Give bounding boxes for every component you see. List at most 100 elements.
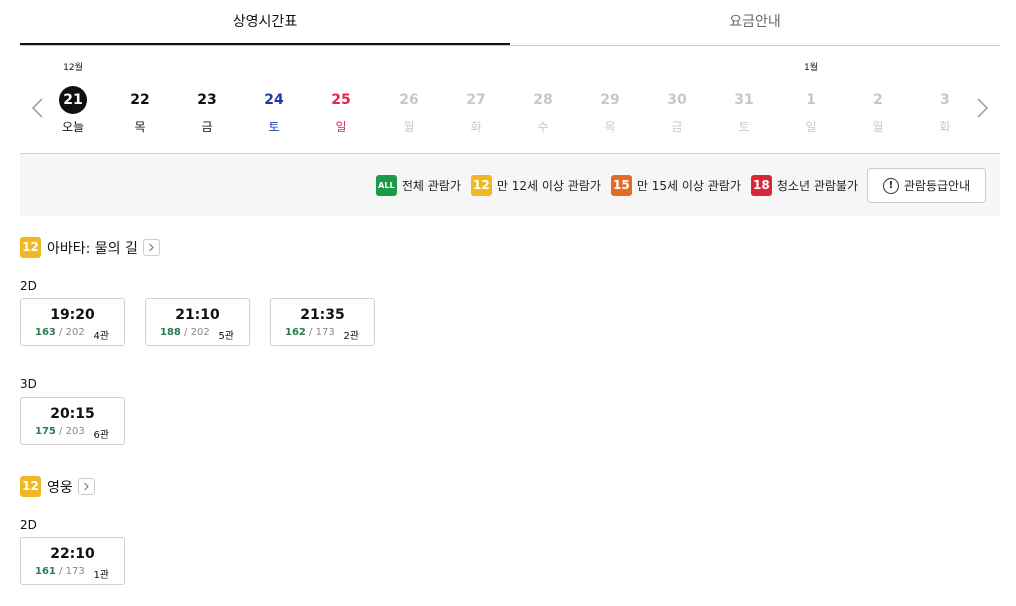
date-item: 30 금 [652, 60, 702, 135]
tab-pricing[interactable]: 요금안내 [510, 0, 1000, 45]
showtime-slot[interactable]: 21:10 188 / 202 5관 [145, 298, 250, 346]
weekday-label: 일 [335, 120, 347, 134]
rating-guide-button[interactable]: ! 관람등급안내 [867, 168, 986, 203]
date-number: 28 [533, 92, 553, 108]
date-item[interactable]: 12월 21 오늘 [48, 60, 98, 135]
weekday-label: 오늘 [61, 120, 85, 134]
screen-name: 5관 [218, 331, 234, 342]
movie-detail-button[interactable] [142, 239, 160, 256]
rating-legend-label: 청소년 관람불가 [776, 179, 858, 193]
movie-title-row: 12 영웅 [20, 476, 95, 497]
movie-title-row: 12 아바타: 물의 길 [20, 237, 160, 258]
weekday-label: 월 [872, 120, 884, 134]
rating-legend-item: 18 청소년 관람불가 [750, 175, 858, 196]
date-item: 3화 [920, 60, 970, 135]
rating-legend-label: 만 15세 이상 관람가 [636, 179, 741, 193]
date-item: 26 월 [384, 60, 434, 135]
weekday-label: 화 [470, 120, 482, 134]
rating-b18-badge: 18 [750, 175, 772, 196]
weekday-label: 화 [939, 120, 951, 134]
date-number: 31 [734, 92, 754, 108]
date-number: 26 [399, 92, 419, 108]
month-label [451, 60, 501, 76]
month-label: 12월 [63, 63, 83, 73]
date-number: 23 [197, 92, 217, 108]
date-number: 24 [264, 92, 284, 108]
movie-detail-button[interactable] [77, 478, 95, 495]
showtime-time: 22:10 [50, 546, 95, 562]
rating-all-badge: ALL [375, 175, 397, 196]
rating-legend-item: 15 만 15세 이상 관람가 [610, 175, 741, 196]
month-label [182, 60, 232, 76]
rating-12-badge: 12 [20, 476, 41, 497]
prev-dates-button[interactable] [30, 98, 46, 118]
rating-12-badge: 12 [20, 237, 41, 258]
date-number: 21 [59, 86, 87, 114]
seat-count: 161 / 173 [35, 566, 85, 577]
rating-legend-label: 전체 관람가 [401, 179, 461, 193]
info-icon: ! [882, 177, 899, 194]
date-item[interactable]: 24 토 [249, 60, 299, 135]
showtime-slot[interactable]: 21:35 162 / 173 2관 [270, 298, 375, 346]
date-item[interactable]: 23 금 [182, 60, 232, 135]
weekday-label: 일 [805, 120, 817, 134]
month-label [316, 60, 366, 76]
month-label [652, 60, 702, 76]
date-selector: 12월 21 오늘 22 목 23 금 24 토 25 일 26 월 27 화 28 수 29 목 30 금 31 토 1월 1… [20, 60, 1000, 154]
weekday-label: 수 [537, 120, 549, 134]
rating-b15-badge: 15 [610, 175, 632, 196]
date-item: 31 토 [719, 60, 769, 135]
seat-count: 163 / 202 [35, 327, 85, 338]
rating-b12-badge: 12 [470, 175, 492, 196]
month-label [115, 60, 165, 76]
rating-legend-bar: ALL 전체 관람가 12 만 12세 이상 관람가 15 만 15세 이상 관람가 18 청… [20, 154, 1000, 216]
tab-bar: 상영시간표 요금안내 [20, 0, 1000, 46]
weekday-label: 목 [134, 120, 146, 134]
showtime-slot[interactable]: 22:10 161 / 173 1관 [20, 537, 125, 585]
date-item[interactable]: 25 일 [316, 60, 366, 135]
screen-name: 1관 [93, 570, 109, 581]
tab-showtimes[interactable]: 상영시간표 [20, 0, 510, 45]
date-number: 29 [600, 92, 620, 108]
weekday-label: 금 [201, 120, 213, 134]
date-number: 30 [667, 92, 687, 108]
date-item: 27 화 [451, 60, 501, 135]
month-label [719, 60, 769, 76]
showtime-time: 21:10 [175, 307, 220, 323]
format-label: 2D [20, 279, 37, 293]
date-item: 2월 [853, 60, 903, 135]
rating-legend-item: ALL 전체 관람가 [375, 175, 461, 196]
weekday-label: 목 [604, 120, 616, 134]
showtime-time: 19:20 [50, 307, 95, 323]
month-label [249, 60, 299, 76]
weekday-label: 월 [403, 120, 415, 134]
rating-legend-item: 12 만 12세 이상 관람가 [470, 175, 601, 196]
date-number: 2 [873, 92, 883, 108]
movie-title[interactable]: 영웅 [47, 477, 73, 497]
screen-name: 4관 [93, 331, 109, 342]
month-label [384, 60, 434, 76]
seat-count: 188 / 202 [160, 327, 210, 338]
month-label [518, 60, 568, 76]
seat-count: 162 / 173 [285, 327, 335, 338]
date-number: 22 [130, 92, 150, 108]
chevron-left-icon [31, 98, 43, 118]
date-item: 1월 1 일 [786, 60, 836, 135]
next-dates-button[interactable] [974, 98, 990, 118]
date-item: 28 수 [518, 60, 568, 135]
screen-name: 2관 [343, 331, 359, 342]
screen-name: 6관 [93, 430, 109, 441]
format-label: 3D [20, 377, 37, 391]
date-item[interactable]: 22 목 [115, 60, 165, 135]
showtime-time: 21:35 [300, 307, 345, 323]
showtime-slot[interactable]: 19:20 163 / 202 4관 [20, 298, 125, 346]
showtime-slot[interactable]: 20:15 175 / 203 6관 [20, 397, 125, 445]
rating-legend-label: 만 12세 이상 관람가 [496, 179, 601, 193]
chevron-right-icon [149, 243, 154, 252]
format-label: 2D [20, 518, 37, 532]
month-label [920, 60, 970, 76]
weekday-label: 토 [268, 120, 280, 134]
month-label: 1월 [803, 63, 818, 73]
chevron-right-icon [83, 482, 89, 491]
movie-title[interactable]: 아바타: 물의 길 [47, 238, 138, 258]
